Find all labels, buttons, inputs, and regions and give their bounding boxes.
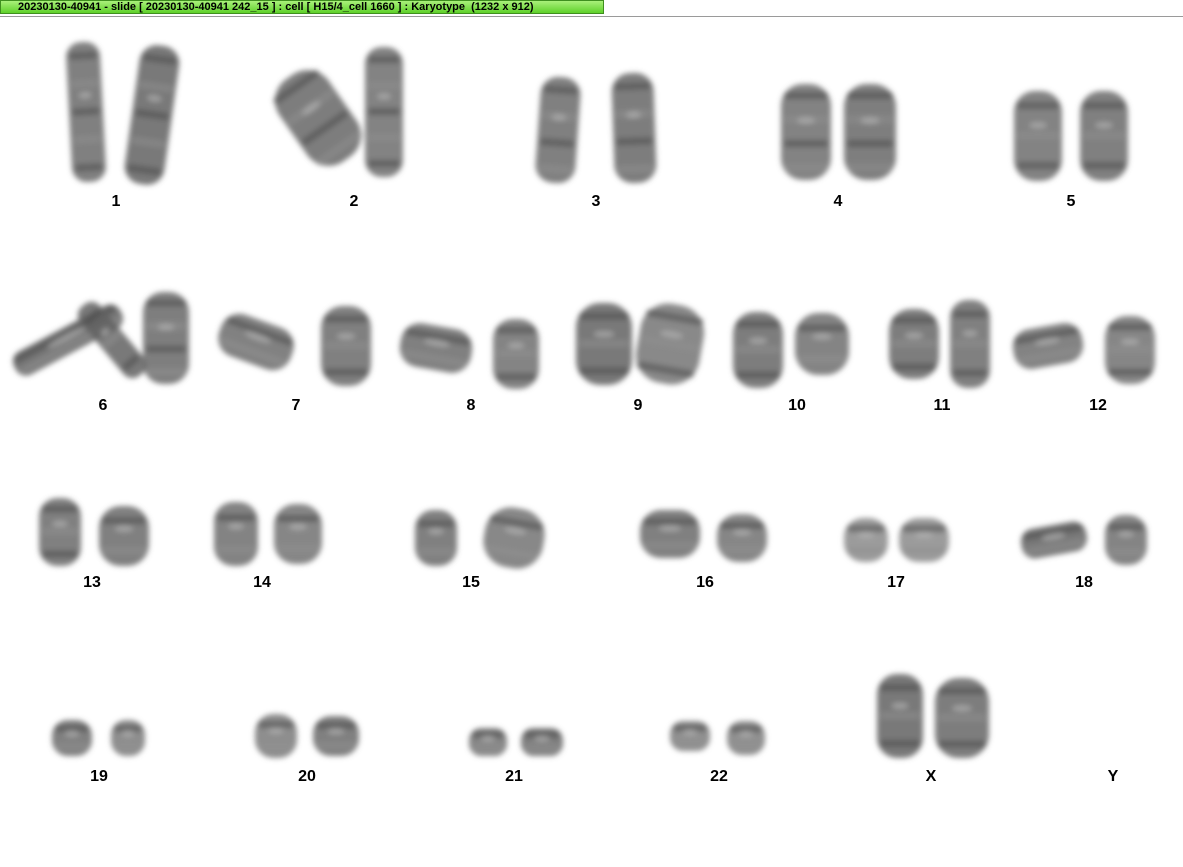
chromosome-label-1: 1 bbox=[111, 193, 121, 210]
chromosome-12-chromatid-1[interactable] bbox=[1010, 320, 1086, 372]
chromosome-21-chromatid-1[interactable] bbox=[469, 728, 507, 756]
chromosome-label-2: 2 bbox=[349, 193, 359, 210]
chromosome-label-8: 8 bbox=[466, 397, 476, 414]
chromosome-18-chromatid-2[interactable] bbox=[1105, 515, 1147, 565]
chromosome-14-chromatid-2[interactable] bbox=[274, 504, 322, 564]
chromosome-label-12: 12 bbox=[1089, 397, 1107, 414]
chromosome-x-chromatid-2[interactable] bbox=[935, 678, 989, 758]
chromosome-20-chromatid-1[interactable] bbox=[255, 714, 297, 758]
chromosome-16-chromatid-2[interactable] bbox=[717, 514, 767, 562]
chromosome-label-20: 20 bbox=[298, 768, 316, 785]
chromosome-4-chromatid-1[interactable] bbox=[781, 84, 831, 180]
chromosome-15-chromatid-2[interactable] bbox=[479, 503, 549, 573]
chromosome-2-chromatid-1[interactable] bbox=[265, 60, 372, 176]
chromosome-8-chromatid-1[interactable] bbox=[397, 320, 476, 376]
chromosome-7-chromatid-1[interactable] bbox=[213, 308, 299, 375]
chromosome-3-chromatid-1[interactable] bbox=[534, 76, 581, 185]
chromosome-21-chromatid-2[interactable] bbox=[521, 728, 563, 756]
karyotype-panel: 1 2 3 4 5 6 7 8 9 10 11 12 13 14 15 16 17 18 19 20 21 22 X Y bbox=[0, 17, 1183, 867]
chromosome-1-chromatid-2[interactable] bbox=[122, 43, 181, 187]
chromosome-2-chromatid-2[interactable] bbox=[365, 47, 403, 177]
title-bar: 20230130-40941 - slide [ 20230130-40941 … bbox=[0, 0, 1183, 17]
chromosome-20-chromatid-2[interactable] bbox=[313, 716, 359, 756]
karyotype-window: 20230130-40941 - slide [ 20230130-40941 … bbox=[0, 0, 1183, 867]
chromosome-14-chromatid-1[interactable] bbox=[214, 502, 258, 566]
chromosome-9-chromatid-1[interactable] bbox=[576, 303, 632, 385]
chromosome-17-chromatid-2[interactable] bbox=[899, 518, 949, 562]
chromosome-18-chromatid-1[interactable] bbox=[1019, 519, 1089, 560]
chromosome-x-chromatid-1[interactable] bbox=[877, 674, 923, 758]
chromosome-22-chromatid-1[interactable] bbox=[670, 721, 710, 751]
chromosome-11-chromatid-1[interactable] bbox=[889, 309, 939, 379]
chromosome-19-chromatid-1[interactable] bbox=[52, 720, 92, 756]
chromosome-16-chromatid-1[interactable] bbox=[640, 510, 700, 558]
chromosome-17-chromatid-1[interactable] bbox=[844, 518, 888, 562]
chromosome-label-18: 18 bbox=[1075, 574, 1093, 591]
chromosome-7-chromatid-2[interactable] bbox=[321, 306, 371, 386]
chromosome-13-chromatid-1[interactable] bbox=[39, 498, 81, 566]
chromosome-label-11: 11 bbox=[933, 397, 951, 414]
chromosome-label-6: 6 bbox=[98, 397, 108, 414]
chromosome-8-chromatid-2[interactable] bbox=[493, 319, 539, 389]
chromosome-label-21: 21 bbox=[505, 768, 523, 785]
chromosome-label-14: 14 bbox=[253, 574, 271, 591]
chromosome-label-4: 4 bbox=[833, 193, 843, 210]
chromosome-9-chromatid-2[interactable] bbox=[632, 299, 709, 389]
chromosome-image-layer bbox=[12, 41, 1155, 758]
chromosome-10-chromatid-1[interactable] bbox=[733, 312, 783, 388]
chromosome-3-chromatid-2[interactable] bbox=[611, 72, 657, 184]
chromosome-4-chromatid-2[interactable] bbox=[844, 84, 896, 180]
chromosome-15-chromatid-1[interactable] bbox=[415, 510, 457, 566]
chromosome-1-chromatid-1[interactable] bbox=[65, 41, 106, 183]
chromosome-label-y: Y bbox=[1107, 768, 1119, 785]
chromosome-label-7: 7 bbox=[291, 397, 301, 414]
chromosome-label-x: X bbox=[925, 768, 937, 785]
chromosome-label-19: 19 bbox=[90, 768, 108, 785]
window-title-tab[interactable]: 20230130-40941 - slide [ 20230130-40941 … bbox=[0, 0, 604, 14]
chromosome-label-16: 16 bbox=[696, 574, 714, 591]
chromosome-label-10: 10 bbox=[788, 397, 806, 414]
chromosome-19-chromatid-2[interactable] bbox=[111, 720, 145, 756]
chromosome-6-chromatid-3[interactable] bbox=[143, 292, 189, 384]
chromosome-11-chromatid-2[interactable] bbox=[950, 300, 990, 388]
chromosome-12-chromatid-2[interactable] bbox=[1105, 316, 1155, 384]
chromosome-label-5: 5 bbox=[1066, 193, 1076, 210]
chromosome-5-chromatid-2[interactable] bbox=[1080, 91, 1128, 181]
chromosome-13-chromatid-2[interactable] bbox=[99, 506, 149, 566]
chromosome-label-15: 15 bbox=[462, 574, 480, 591]
chromosome-label-3: 3 bbox=[591, 193, 601, 210]
chromosome-22-chromatid-2[interactable] bbox=[727, 721, 765, 755]
chromosome-label-13: 13 bbox=[83, 574, 101, 591]
chromosome-5-chromatid-1[interactable] bbox=[1014, 91, 1062, 181]
chromosome-10-chromatid-2[interactable] bbox=[795, 313, 849, 375]
chromosome-label-22: 22 bbox=[710, 768, 728, 785]
chromosome-label-17: 17 bbox=[887, 574, 905, 591]
chromosome-label-9: 9 bbox=[633, 397, 643, 414]
